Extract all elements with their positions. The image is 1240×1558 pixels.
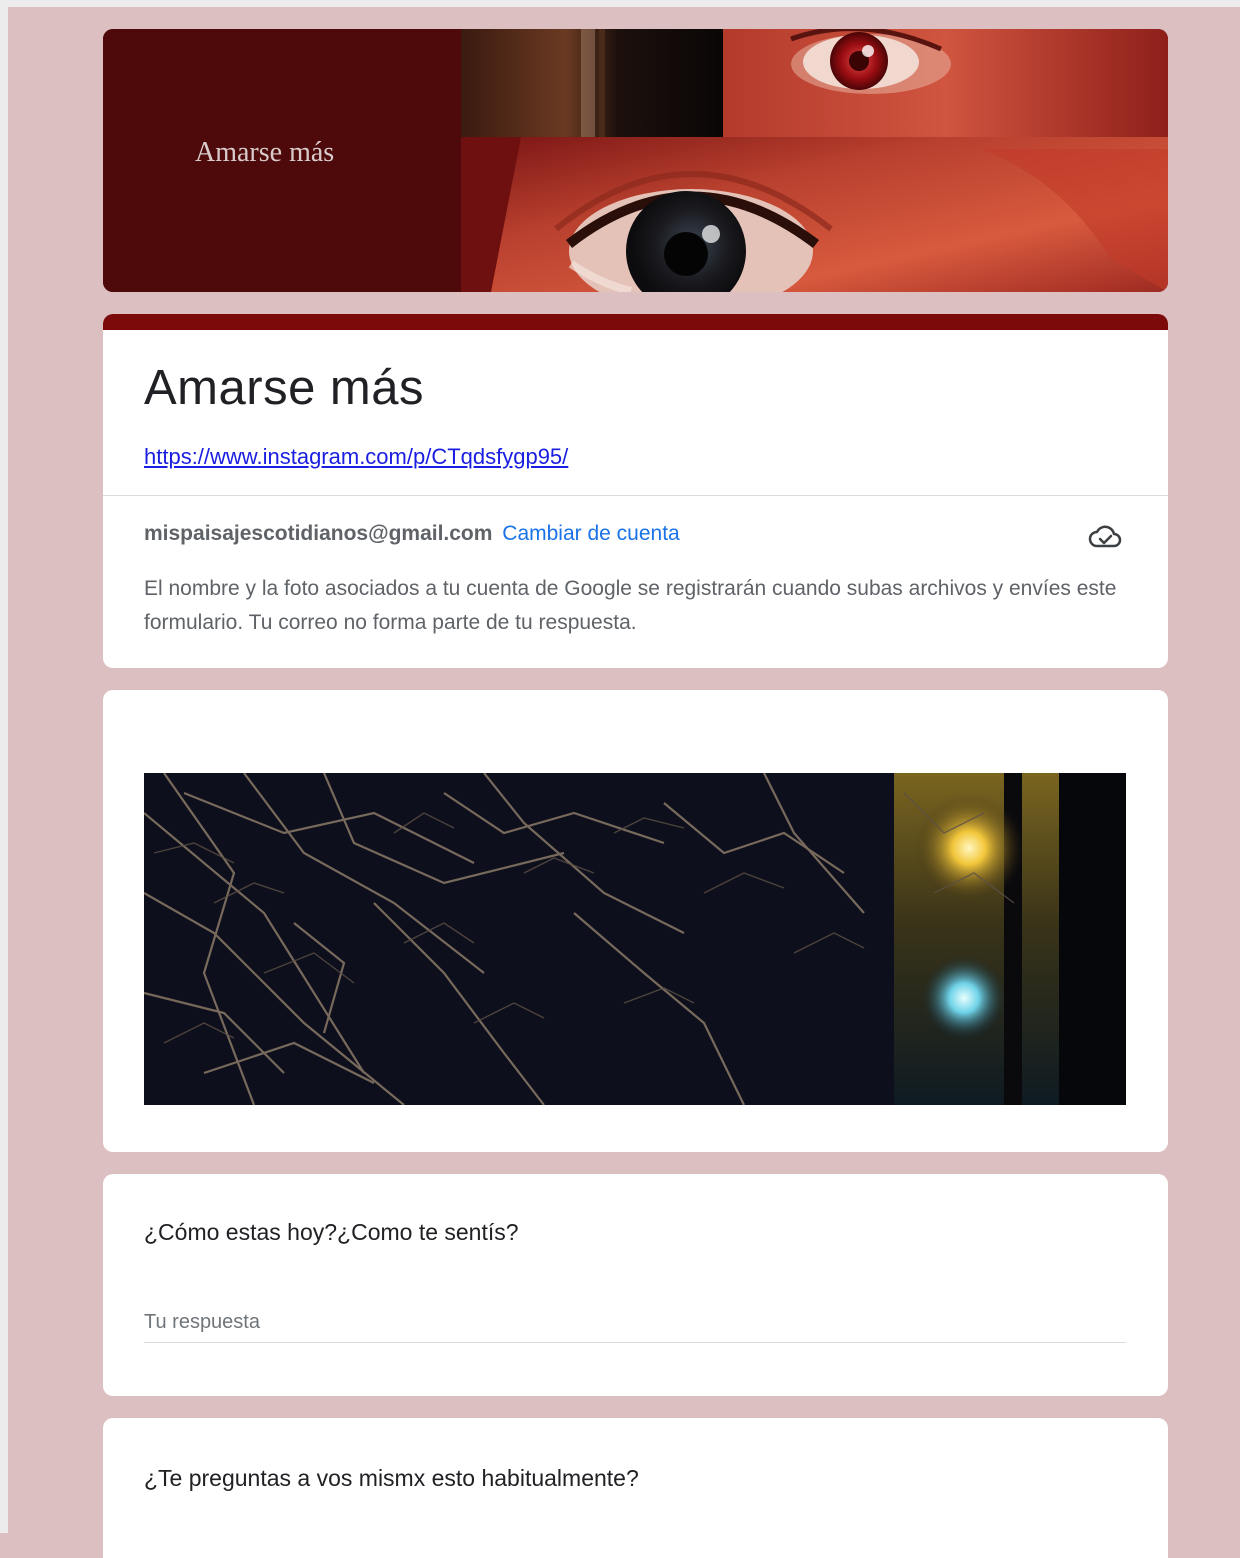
privacy-notice: El nombre y la foto asociados a tu cuent… — [144, 577, 1117, 634]
accent-strip — [103, 314, 1168, 330]
night-branches-photo — [144, 773, 1126, 1105]
question-title-2: ¿Te preguntas a vos mismx esto habitualm… — [144, 1465, 639, 1491]
account-line: mispaisajescotidianos@gmail.com Cambiar … — [144, 522, 680, 546]
form-header-card: Amarse más https://www.instagram.com/p/C… — [103, 314, 1168, 668]
cloud-sync-icon — [1088, 525, 1122, 548]
banner-title: Amarse más — [195, 137, 335, 168]
form-title: Amarse más — [144, 361, 425, 415]
switch-account-link[interactable]: Cambiar de cuenta — [502, 522, 679, 545]
answer-input-1[interactable] — [144, 1302, 1126, 1343]
form-banner: Amarse más — [103, 29, 1168, 292]
account-email: mispaisajescotidianos@gmail.com — [144, 522, 493, 545]
image-card — [103, 690, 1168, 1152]
header-divider — [103, 495, 1168, 496]
banner-photo — [461, 29, 1168, 292]
question-card-1: ¿Cómo estas hoy?¿Como te sentís? — [103, 1174, 1168, 1396]
banner-left-panel: Amarse más — [103, 29, 461, 292]
question-title-1: ¿Cómo estas hoy?¿Como te sentís? — [144, 1219, 519, 1245]
instagram-link[interactable]: https://www.instagram.com/p/CTqdsfygp95/ — [144, 444, 568, 470]
question-card-2: ¿Te preguntas a vos mismx esto habitualm… — [103, 1418, 1168, 1558]
